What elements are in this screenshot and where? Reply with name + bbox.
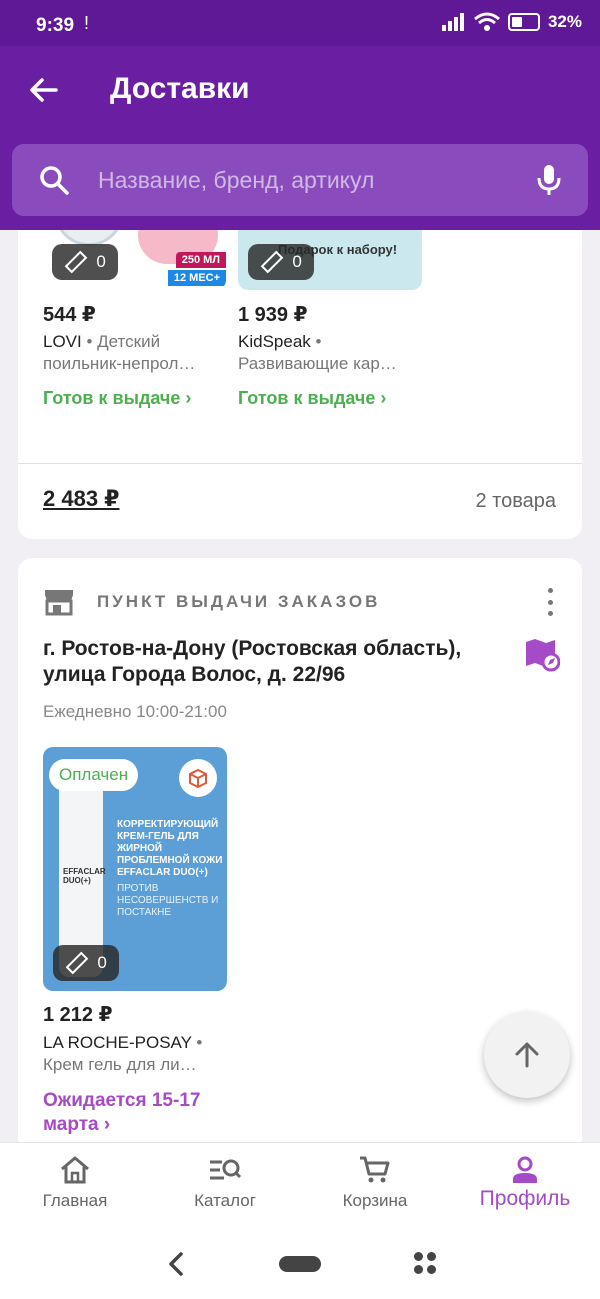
system-apps-icon[interactable] (414, 1252, 436, 1274)
signal-icon (441, 13, 464, 31)
pickup-label: ПУНКТ ВЫДАЧИ ЗАКАЗОВ (97, 592, 381, 611)
apps-dot (414, 1265, 423, 1274)
cart-icon (360, 1156, 390, 1183)
deliveries-list[interactable]: 250 МЛ 12 МЕС+ 0 Подарок к набору! 0 544… (0, 230, 600, 1142)
system-navigation (0, 1228, 600, 1299)
package-subtext: ПРОТИВ НЕСОВЕРШЕНСТВ И ПОСТАКНЕ (117, 883, 219, 918)
item-count: 2 товара (475, 490, 556, 512)
back-button[interactable] (22, 70, 66, 110)
ready-status-link[interactable]: Готов к выдаче › (43, 388, 191, 409)
arrow-up-icon (515, 1042, 539, 1068)
ruler-badge[interactable]: 0 (53, 945, 119, 981)
app-bar: Доставки (0, 46, 600, 230)
product-brand: LA ROCHE-POSAY (43, 1033, 192, 1052)
status-right: 32% (441, 12, 582, 32)
more-dot (547, 599, 553, 605)
nav-cart[interactable]: Корзина (300, 1143, 450, 1228)
system-home-button[interactable] (279, 1256, 321, 1272)
product-price: 544 ₽ (43, 304, 96, 326)
product-desc: Развивающие кар… (238, 354, 397, 373)
arrow-left-icon (30, 78, 58, 102)
home-icon (61, 1156, 89, 1184)
microphone-icon[interactable] (536, 164, 562, 196)
working-hours: Ежедневно 10:00-21:00 (43, 702, 227, 721)
status-bar: 9:39 ! 32% (0, 0, 600, 46)
bottom-navigation: Главная Каталог Корзина Профиль (0, 1142, 600, 1228)
package-badge (179, 759, 217, 797)
page-title: Доставки (110, 72, 250, 105)
ruler-icon (64, 250, 88, 274)
nav-label: Главная (42, 1191, 108, 1210)
ruler-badge[interactable]: 0 (248, 244, 314, 280)
ruler-icon (260, 250, 284, 274)
catalog-search-icon (210, 1159, 242, 1180)
ruler-icon (65, 951, 89, 975)
more-dot (547, 611, 553, 616)
battery-icon (507, 13, 540, 31)
scroll-to-top-button[interactable] (484, 1012, 570, 1098)
ruler-count: 0 (96, 252, 106, 271)
apps-dot (414, 1252, 423, 1261)
tube-label: EFFACLAR DUO(+) (63, 867, 106, 885)
nav-label: Корзина (342, 1191, 408, 1210)
product-image[interactable]: EFFACLAR DUO(+) КОРРЕКТИРУЮЩИЙ КРЕМ-ГЕЛЬ… (43, 747, 227, 991)
more-menu-button[interactable] (538, 588, 562, 616)
apps-dot (427, 1265, 436, 1274)
product-brand: KidSpeak (238, 332, 311, 351)
delivery-card: 250 МЛ 12 МЕС+ 0 Подарок к набору! 0 544… (18, 230, 582, 539)
search-icon (40, 166, 69, 195)
ruler-badge[interactable]: 0 (52, 244, 118, 280)
product-name[interactable]: LOVI • Детский поильник-непрол… (43, 331, 227, 375)
package-text: КОРРЕКТИРУЮЩИЙ КРЕМ-ГЕЛЬ ДЛЯ ЖИРНОЙ ПРОБ… (117, 819, 223, 878)
nav-profile[interactable]: Профиль (450, 1143, 600, 1228)
wifi-icon (474, 12, 500, 31)
product-price: 1 212 ₽ (43, 1004, 113, 1026)
product-name[interactable]: KidSpeak • Развивающие кар… (238, 331, 422, 375)
product-desc: Крем гель для ли… (43, 1055, 197, 1074)
product-brand: LOVI (43, 332, 82, 351)
status-time: 9:39 (36, 15, 75, 36)
ruler-count: 0 (292, 252, 302, 271)
ruler-count: 0 (97, 953, 107, 972)
age-tag: 12 МЕС+ (167, 270, 226, 286)
paid-badge: Оплачен (49, 759, 139, 791)
profile-icon (513, 1156, 537, 1183)
nav-home[interactable]: Главная (0, 1143, 150, 1228)
more-dot (547, 588, 553, 593)
product-image[interactable]: 250 МЛ 12 МЕС+ 0 (42, 230, 226, 290)
product-name[interactable]: LA ROCHE-POSAY • Крем гель для ли… (43, 1032, 227, 1076)
store-icon (45, 590, 73, 616)
nav-catalog[interactable]: Каталог (150, 1143, 300, 1228)
notification-icon: ! (84, 13, 90, 33)
search-input[interactable] (98, 162, 518, 198)
nav-label: Профиль (479, 1187, 571, 1210)
pickup-address: г. Ростов-на-Дону (Ростовская область), … (43, 637, 462, 686)
apps-dot (427, 1252, 436, 1261)
ready-status-link[interactable]: Готов к выдаче › (238, 388, 386, 409)
nav-label: Каталог (194, 1191, 256, 1210)
map-icon[interactable] (524, 638, 560, 672)
search-bar[interactable] (12, 144, 588, 216)
product-image[interactable]: Подарок к набору! 0 (238, 230, 422, 290)
system-back-icon[interactable] (166, 1252, 186, 1276)
divider (18, 463, 582, 464)
order-total[interactable]: 2 483 ₽ (43, 486, 119, 512)
volume-tag: 250 МЛ (175, 252, 226, 268)
product-price: 1 939 ₽ (238, 304, 308, 326)
package-icon (189, 768, 207, 789)
battery-level: 32% (547, 12, 582, 31)
expected-delivery-link[interactable]: Ожидается 15-17 марта › (43, 1089, 243, 1137)
pickup-header: ПУНКТ ВЫДАЧИ ЗАКАЗОВ (43, 588, 380, 616)
